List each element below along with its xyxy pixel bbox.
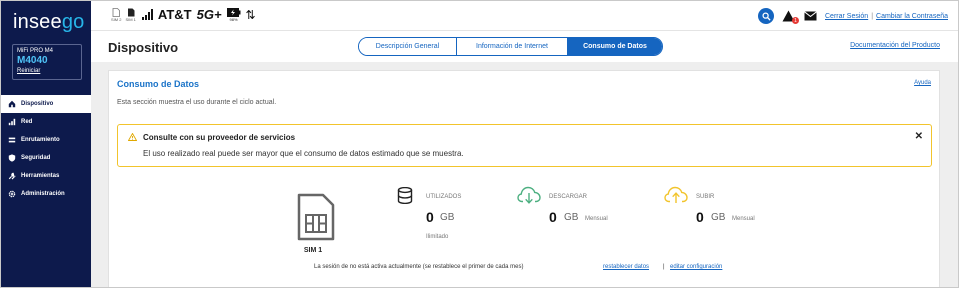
alert-message: El uso realizado real puede ser mayor qu…	[143, 149, 464, 158]
device-model: M4040	[17, 55, 48, 66]
top-bar: SIM 2 SIM 1 AT&T 5G+ 98% ⇅ 1 Cerrar Sesi…	[91, 1, 958, 31]
data-usage-panel: Consumo de Datos Ayuda Esta sección mues…	[108, 70, 940, 287]
wrench-icon	[8, 172, 16, 180]
alerts-button[interactable]: 1	[782, 9, 799, 24]
sidebar-item-security[interactable]: Seguridad	[1, 149, 91, 167]
logout-link[interactable]: Cerrar Sesión	[825, 13, 868, 20]
download-unit: GB	[564, 212, 579, 223]
tab-overview[interactable]: Descripción General	[359, 38, 456, 55]
panel-description: Esta sección muestra el uso durante el c…	[117, 99, 277, 106]
signal-strength-icon	[141, 9, 153, 20]
search-icon	[761, 11, 771, 21]
alert-title: Consulte con su proveedor de servicios	[143, 133, 296, 142]
sim-card-icon	[127, 8, 135, 16]
upload-unit: GB	[711, 212, 726, 223]
used-unit: GB	[440, 212, 455, 223]
help-link[interactable]: Ayuda	[914, 80, 931, 86]
sim-card-icon	[297, 193, 335, 241]
device-name: MiFi PRO M4	[17, 48, 53, 54]
shield-icon	[8, 154, 16, 162]
alert-count-badge: 1	[792, 17, 799, 24]
sim-1-indicator: SIM 1	[125, 8, 136, 22]
top-actions: 1 Cerrar Sesión | Cambiar la Contraseña	[758, 8, 948, 24]
download-label: DESCARGAR	[549, 194, 588, 200]
reset-data-link[interactable]: restablecer datos	[603, 264, 649, 270]
product-documentation-link[interactable]: Documentación del Producto	[850, 42, 940, 49]
link-separator: |	[871, 12, 874, 20]
status-indicators: SIM 2 SIM 1 AT&T 5G+ 98% ⇅	[111, 7, 256, 22]
panel-title: Consumo de Datos	[117, 79, 200, 89]
footer-separator: |	[663, 264, 665, 270]
close-icon[interactable]: ✕	[915, 131, 923, 142]
page-title: Dispositivo	[108, 40, 179, 55]
signal-bars-icon	[8, 118, 16, 126]
home-icon	[8, 100, 16, 108]
sidebar-item-label: Dispositivo	[21, 101, 54, 107]
edit-settings-link[interactable]: editar configuración	[670, 264, 722, 270]
cloud-upload-icon	[664, 186, 688, 203]
sidebar: inseego MiFi PRO M4 M4040 Reiniciar Disp…	[1, 1, 91, 287]
upload-value: 0	[696, 209, 704, 225]
tab-internet-info[interactable]: Información de Internet	[456, 38, 567, 55]
search-button[interactable]	[758, 8, 774, 24]
battery-charging-icon	[226, 7, 241, 17]
sim-label: SIM 1	[303, 247, 323, 254]
sidebar-item-administration[interactable]: Administración	[1, 185, 91, 203]
used-label: UTILIZADOS	[426, 194, 462, 200]
provider-alert: Consulte con su proveedor de servicios E…	[117, 124, 932, 167]
used-limit: Ilimitado	[426, 234, 449, 240]
routing-icon	[8, 136, 16, 144]
reboot-link[interactable]: Reiniciar	[17, 67, 77, 75]
battery-percent: 98%	[229, 16, 238, 22]
tab-data-usage[interactable]: Consumo de Datos	[567, 38, 662, 55]
sim-2-label: SIM 2	[111, 16, 122, 22]
device-card: MiFi PRO M4 M4040 Reiniciar	[12, 44, 82, 80]
sidebar-item-label: Red	[21, 119, 33, 125]
sidebar-item-network[interactable]: Red	[1, 113, 91, 131]
warning-icon	[128, 133, 137, 141]
cloud-download-icon	[517, 186, 541, 204]
upload-period: Mensual	[732, 216, 755, 222]
sim-2-indicator: SIM 2	[111, 7, 122, 22]
used-value: 0	[426, 209, 434, 225]
sidebar-item-label: Herramientas	[21, 173, 60, 179]
sim-card-icon	[112, 7, 121, 17]
network-type: 5G+	[196, 7, 222, 22]
sidebar-nav: Dispositivo Red Enrutamiento Seguridad H…	[1, 95, 91, 203]
data-transfer-icon: ⇅	[245, 7, 256, 22]
change-password-link[interactable]: Cambiar la Contraseña	[876, 13, 948, 20]
download-period: Mensual	[585, 216, 608, 222]
upload-label: SUBIR	[696, 194, 715, 200]
battery-indicator: 98%	[226, 7, 241, 22]
inseego-logo: inseego	[13, 11, 85, 33]
sim-1-label: SIM 1	[125, 16, 136, 22]
session-status-text: La sesión de no está activa actualmente …	[314, 264, 524, 270]
tab-group: Descripción General Información de Inter…	[358, 37, 663, 56]
carrier-name: AT&T	[157, 7, 192, 22]
sidebar-item-label: Administración	[21, 191, 65, 197]
sidebar-item-label: Enrutamiento	[21, 137, 60, 143]
download-value: 0	[549, 209, 557, 225]
sidebar-item-routing[interactable]: Enrutamiento	[1, 131, 91, 149]
mail-icon[interactable]	[804, 11, 817, 21]
gear-icon	[8, 190, 16, 198]
sidebar-item-label: Seguridad	[21, 155, 51, 161]
database-icon	[397, 187, 413, 204]
sidebar-item-tools[interactable]: Herramientas	[1, 167, 91, 185]
sidebar-item-device[interactable]: Dispositivo	[1, 95, 91, 113]
